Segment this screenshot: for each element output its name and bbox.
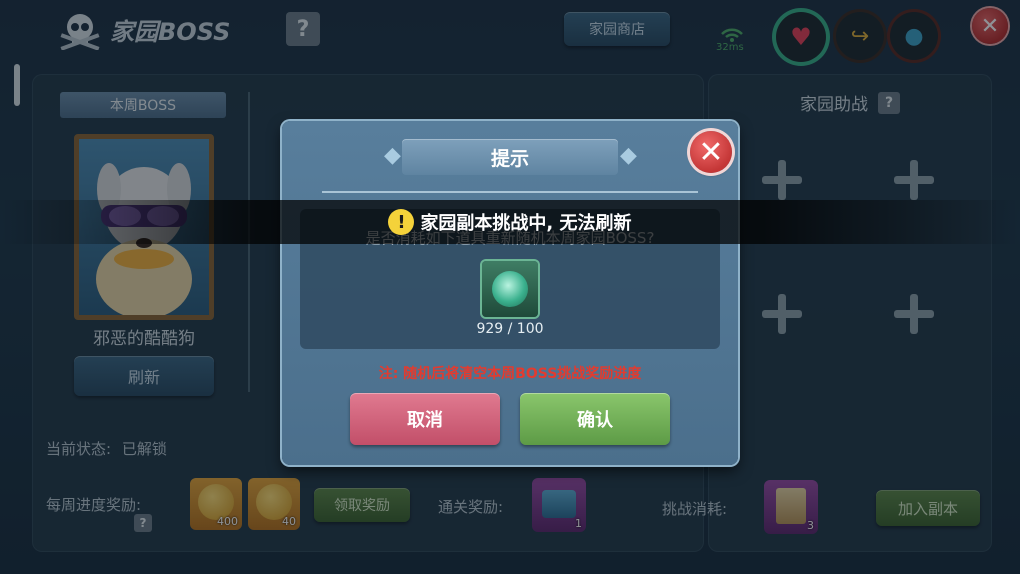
confirm-button[interactable]: 确认 xyxy=(520,393,670,445)
title-ornament-right: ◆ xyxy=(620,143,637,168)
dialog-close-button[interactable]: ✕ xyxy=(690,131,732,173)
reroll-item[interactable] xyxy=(482,261,538,317)
dialog-divider xyxy=(322,191,698,193)
title-ornament-left: ◆ xyxy=(384,143,401,168)
compass-gem-icon xyxy=(492,271,528,307)
cancel-button[interactable]: 取消 xyxy=(350,393,500,445)
warning-icon: ! xyxy=(388,209,415,235)
dialog-title: 提示 xyxy=(402,139,618,175)
dialog-warning-note: 注: 随机后将清空本周BOSS挑战奖励进度 xyxy=(378,366,642,382)
toast-banner: ! 家园副本挑战中, 无法刷新 xyxy=(0,200,1020,244)
toast-message: 家园副本挑战中, 无法刷新 xyxy=(420,213,632,234)
confirm-dialog: 提示 ◆ ◆ ✕ 是否消耗如下道具重新随机本周家园BOSS? 929 / 100… xyxy=(282,121,738,465)
reroll-item-count: 929 / 100 xyxy=(476,321,544,337)
toast-content: ! 家园副本挑战中, 无法刷新 xyxy=(0,200,1020,244)
